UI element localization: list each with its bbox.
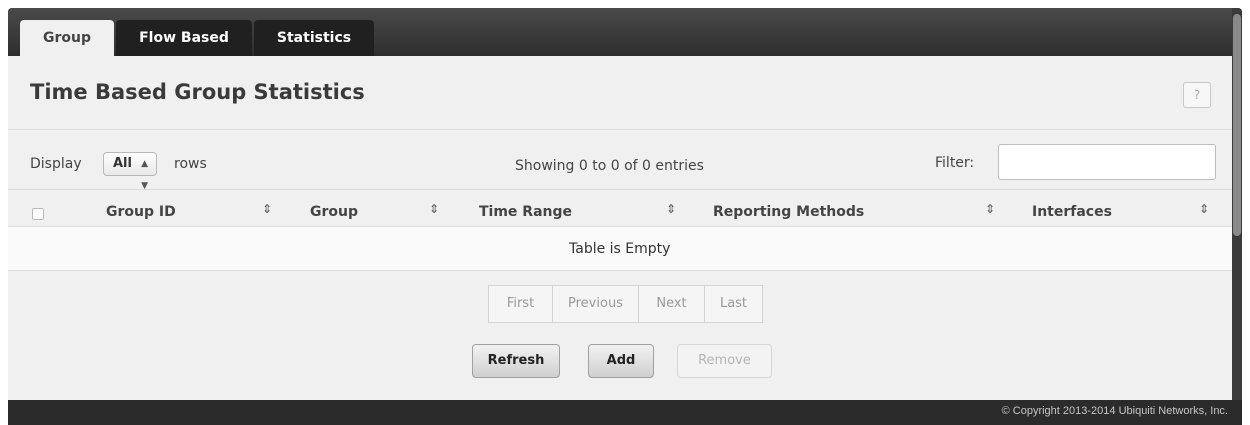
rows-select-value: All — [113, 156, 132, 171]
main-window: Group Flow Based Statistics Time Based G… — [8, 8, 1242, 425]
pagination-first-button[interactable]: First — [488, 285, 553, 323]
table-empty-message: Table is Empty — [569, 241, 671, 257]
pagination-previous-button[interactable]: Previous — [552, 285, 639, 323]
page-title: Time Based Group Statistics — [30, 80, 365, 104]
divider — [8, 189, 1232, 190]
sort-icon[interactable]: ⇕ — [1199, 202, 1209, 216]
display-label: Display — [30, 156, 82, 172]
help-button[interactable]: ? — [1183, 82, 1211, 108]
sort-icon[interactable]: ⇕ — [262, 202, 272, 216]
sort-icon[interactable]: ⇕ — [985, 202, 995, 216]
tab-statistics[interactable]: Statistics — [254, 20, 374, 56]
filter-label: Filter: — [935, 155, 975, 171]
rows-per-page-select[interactable]: All ▲ ▼ — [103, 152, 157, 191]
column-header-reporting-methods[interactable]: Reporting Methods — [713, 204, 864, 220]
column-header-interfaces[interactable]: Interfaces — [1032, 204, 1112, 220]
scrollbar-thumb[interactable] — [1233, 14, 1241, 236]
entries-info: Showing 0 to 0 of 0 entries — [515, 158, 704, 174]
sort-icon[interactable]: ⇕ — [666, 202, 676, 216]
add-button[interactable]: Add — [588, 344, 654, 378]
column-header-time-range[interactable]: Time Range — [479, 204, 572, 220]
pagination-last-button[interactable]: Last — [704, 285, 763, 323]
tab-flow-based[interactable]: Flow Based — [116, 20, 252, 56]
filter-input[interactable] — [998, 144, 1216, 180]
content-panel: Time Based Group Statistics ? Display Al… — [8, 56, 1232, 400]
column-header-group-id[interactable]: Group ID — [106, 204, 176, 220]
pagination-next-button[interactable]: Next — [638, 285, 705, 323]
vertical-scrollbar[interactable] — [1232, 8, 1242, 400]
refresh-button[interactable]: Refresh — [472, 344, 560, 378]
footer-bar: © Copyright 2013-2014 Ubiquiti Networks,… — [8, 400, 1242, 425]
sort-icon[interactable]: ⇕ — [429, 202, 439, 216]
remove-button[interactable]: Remove — [677, 344, 772, 378]
select-arrows-icon: ▲ ▼ — [141, 159, 148, 191]
rows-label: rows — [174, 156, 207, 172]
select-all-checkbox[interactable] — [32, 208, 44, 220]
column-header-group[interactable]: Group — [310, 204, 358, 220]
tab-group[interactable]: Group — [20, 20, 114, 56]
divider — [8, 129, 1232, 130]
tab-bar: Group Flow Based Statistics — [8, 8, 1232, 56]
copyright-text: © Copyright 2013-2014 Ubiquiti Networks,… — [1001, 405, 1228, 417]
